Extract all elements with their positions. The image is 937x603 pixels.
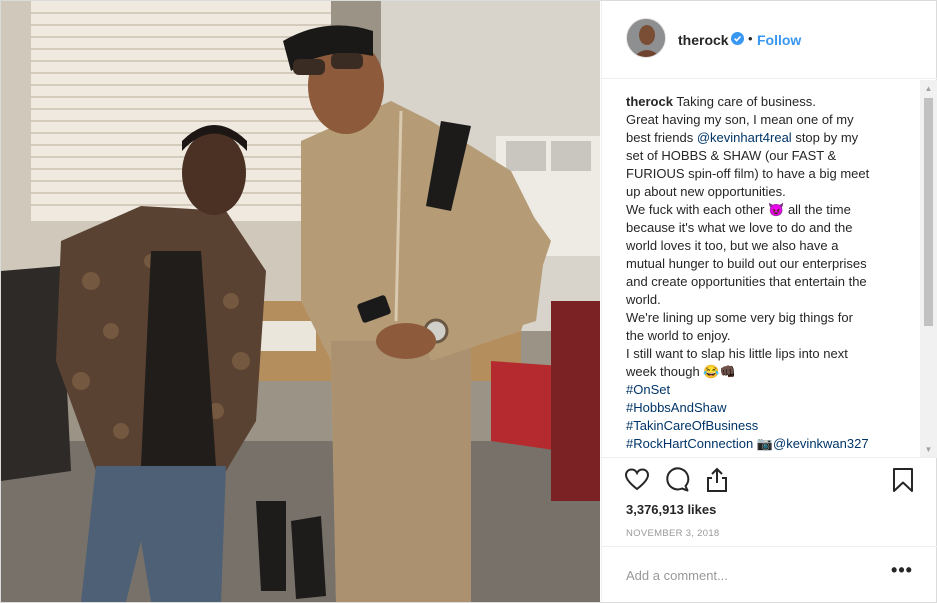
caption-text: Taking care of business. (676, 94, 816, 109)
caption-line: We're lining up some very big things for (626, 310, 853, 325)
action-bar (602, 463, 937, 499)
caption-username[interactable]: therock (626, 94, 673, 109)
comment-input[interactable] (626, 566, 876, 584)
caption-line: mutual hunger to build out our enterpris… (626, 256, 867, 271)
hashtag-link[interactable]: #RockHartConnection (626, 436, 753, 451)
post-sidebar: therock • Follow therock Taking care of … (601, 1, 937, 602)
caption-line: because it's what we love to do and the (626, 220, 853, 235)
caption-line: Great having my son, I mean one of my (626, 112, 854, 127)
caption-line: FURIOUS spin-off film) to have a big mee… (626, 166, 870, 181)
caption-line: world loves it too, but we also have a (626, 238, 839, 253)
devil-emoji: 😈 (768, 202, 785, 217)
scroll-up-arrow-icon[interactable]: ▲ (920, 80, 937, 97)
caption-scrollbar[interactable]: ▲ ▼ (920, 80, 937, 457)
camera-emoji: 📷 (756, 436, 773, 451)
caption-text: We fuck with each other (626, 202, 765, 217)
photo-credit-link[interactable]: @kevinkwan327 (773, 436, 869, 451)
caption-line: best friends @kevinhart4real stop by my (626, 129, 898, 147)
likes-count[interactable]: 3,376,913 likes (626, 502, 716, 517)
caption-line: therock Taking care of business. (626, 93, 898, 111)
caption-text: best friends (626, 130, 694, 145)
caption: therock Taking care of business. Great h… (626, 93, 898, 453)
caption-line: I still want to slap his little lips int… (626, 346, 848, 361)
caption-line: set of HOBBS & SHAW (our FAST & (626, 148, 837, 163)
avatar[interactable] (626, 18, 666, 58)
caption-line: world. (626, 292, 661, 307)
caption-text: all the time (787, 202, 851, 217)
caption-line: and create opportunities that entertain … (626, 274, 867, 289)
scroll-down-arrow-icon[interactable]: ▼ (920, 441, 937, 457)
post-date[interactable]: NOVEMBER 3, 2018 (626, 528, 720, 539)
comment-bar: ••• (602, 546, 937, 602)
laugh-fist-emoji: 😂👊🏿 (703, 364, 736, 379)
hashtag-link[interactable]: #OnSet (626, 381, 898, 399)
comments-section[interactable]: therock Taking care of business. Great h… (602, 80, 937, 458)
bookmark-icon[interactable] (890, 467, 916, 493)
verified-badge-icon (731, 32, 744, 45)
header-username[interactable]: therock (678, 32, 729, 48)
more-options-icon[interactable]: ••• (890, 561, 914, 583)
heart-icon[interactable] (624, 467, 650, 493)
caption-text: stop by my (795, 130, 859, 145)
post-header: therock • Follow (602, 1, 937, 79)
caption-line: week though 😂👊🏿 (626, 363, 898, 381)
caption-text: week though (626, 364, 700, 379)
mention-link[interactable]: @kevinhart4real (697, 130, 792, 145)
follow-button[interactable]: Follow (757, 32, 801, 48)
caption-line: the world to enjoy. (626, 328, 731, 343)
scroll-thumb[interactable] (924, 98, 933, 326)
hashtag-link[interactable]: #HobbsAndShaw (626, 399, 898, 417)
post-photo[interactable] (1, 1, 600, 602)
header-separator: • (748, 31, 753, 46)
caption-line: We fuck with each other 😈 all the time (626, 201, 898, 219)
hashtag-link[interactable]: #TakinCareOfBusiness (626, 417, 898, 435)
caption-line: up about new opportunities. (626, 184, 786, 199)
avatar-image (627, 19, 665, 57)
share-icon[interactable] (704, 467, 730, 493)
photo-illustration (1, 1, 600, 602)
comment-icon[interactable] (664, 467, 690, 493)
caption-line: #RockHartConnection 📷@kevinkwan327 (626, 435, 898, 453)
